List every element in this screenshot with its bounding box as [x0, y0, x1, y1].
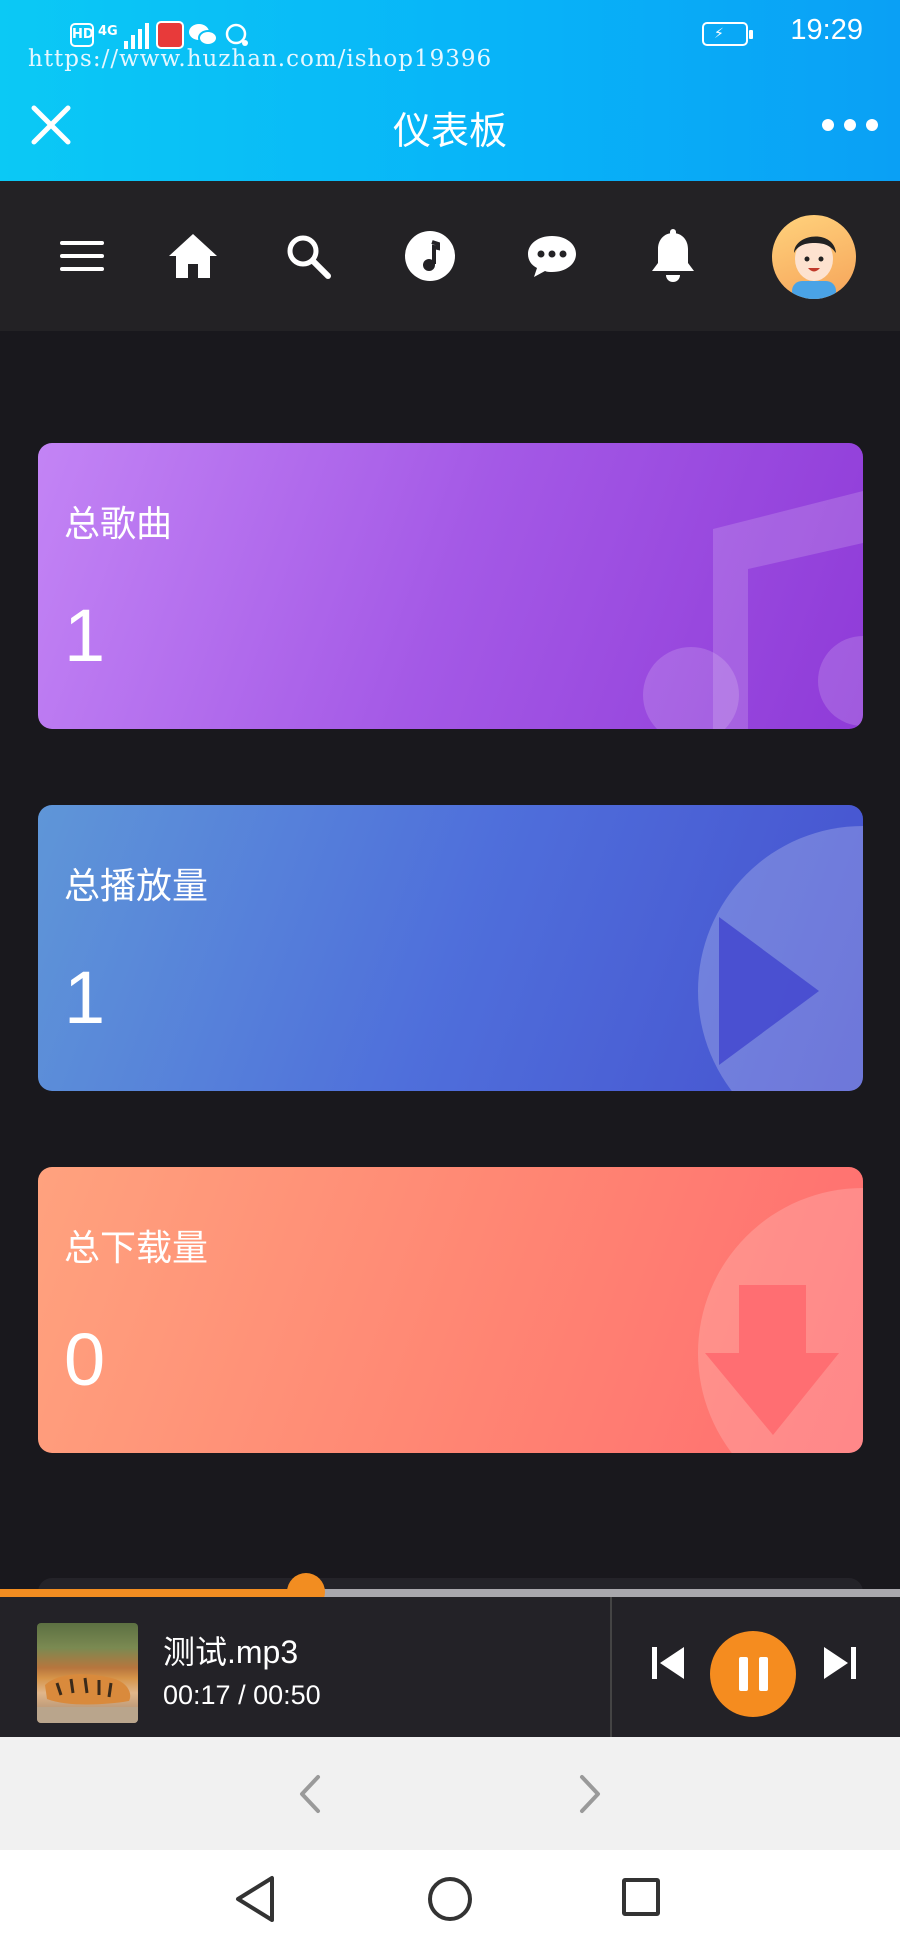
card-label: 总歌曲 — [64, 504, 173, 545]
track-time: 00:17 / 00:50 — [163, 1680, 321, 1710]
network-type: 4G — [98, 23, 118, 39]
pause-icon-bar — [758, 1657, 768, 1691]
triangle-back-icon — [236, 1876, 274, 1922]
system-back-button[interactable] — [232, 1872, 280, 1926]
system-nav-bar — [0, 1850, 900, 1950]
total-songs-card[interactable]: 总歌曲 1 — [38, 443, 863, 729]
page-title: 仪表板 — [392, 109, 507, 153]
chevron-left-icon — [300, 1775, 320, 1813]
messages-button[interactable] — [517, 221, 587, 291]
pause-button[interactable] — [710, 1631, 796, 1717]
music-button[interactable] — [395, 221, 465, 291]
more-dot — [866, 119, 878, 131]
hd-badge: HD — [70, 23, 94, 47]
menu-button[interactable] — [47, 221, 117, 291]
card-label: 总播放量 — [64, 866, 209, 907]
pause-icon-bar — [738, 1657, 748, 1691]
chevron-right-icon — [580, 1775, 600, 1813]
search-button[interactable] — [273, 221, 343, 291]
avatar[interactable] — [772, 215, 856, 299]
card-value: 0 — [64, 1318, 106, 1401]
home-button[interactable] — [158, 221, 228, 291]
skip-next-icon — [824, 1647, 856, 1679]
bell-icon — [652, 229, 694, 282]
browser-back-button[interactable] — [290, 1769, 330, 1819]
wechat-icon — [188, 24, 218, 46]
track-name: 测试.mp3 — [163, 1634, 299, 1670]
more-button[interactable] — [822, 110, 878, 140]
previous-track-button[interactable] — [648, 1641, 688, 1685]
progress-fill — [0, 1589, 306, 1597]
tiger-image — [37, 1674, 138, 1723]
signal-icon — [123, 23, 149, 49]
download-arrow-icon — [698, 1188, 863, 1453]
card-label: 总下载量 — [64, 1228, 209, 1269]
nav-bar — [0, 181, 900, 331]
next-track-button[interactable] — [820, 1641, 860, 1685]
play-icon — [698, 826, 863, 1091]
app-notification-icon — [155, 21, 184, 49]
music-note-icon — [643, 491, 863, 729]
divider — [610, 1597, 612, 1737]
card-value: 1 — [64, 594, 106, 677]
progress-bar[interactable] — [0, 1573, 900, 1611]
more-dot — [844, 119, 856, 131]
music-note-icon — [405, 231, 455, 281]
system-home-button[interactable] — [428, 1877, 472, 1921]
more-dot — [822, 119, 834, 131]
menu-icon — [60, 241, 104, 271]
url-overlay: https://www.huzhan.com/ishop19396 — [28, 46, 493, 72]
total-downloads-card[interactable]: 总下载量 0 — [38, 1167, 863, 1453]
search-icon — [287, 235, 331, 279]
music-player: 测试.mp3 00:17 / 00:50 — [0, 1597, 900, 1737]
home-icon — [169, 234, 217, 278]
chat-icon — [528, 236, 576, 277]
browser-forward-button[interactable] — [570, 1769, 610, 1819]
title-bar: HD 4G ⚡ 19:29 https://www.huzhan.com/ish… — [0, 0, 900, 181]
avatar-face-icon — [792, 236, 836, 299]
album-thumbnail[interactable] — [37, 1623, 138, 1723]
battery-icon: ⚡ — [702, 22, 753, 46]
browser-nav-bar — [0, 1737, 900, 1850]
chat-bubble-icon — [225, 23, 248, 46]
notifications-button[interactable] — [638, 221, 708, 291]
card-value: 1 — [64, 956, 106, 1039]
system-recents-button[interactable] — [622, 1878, 660, 1916]
total-plays-card[interactable]: 总播放量 1 — [38, 805, 863, 1091]
skip-previous-icon — [652, 1647, 684, 1679]
status-time: 19:29 — [790, 14, 863, 46]
